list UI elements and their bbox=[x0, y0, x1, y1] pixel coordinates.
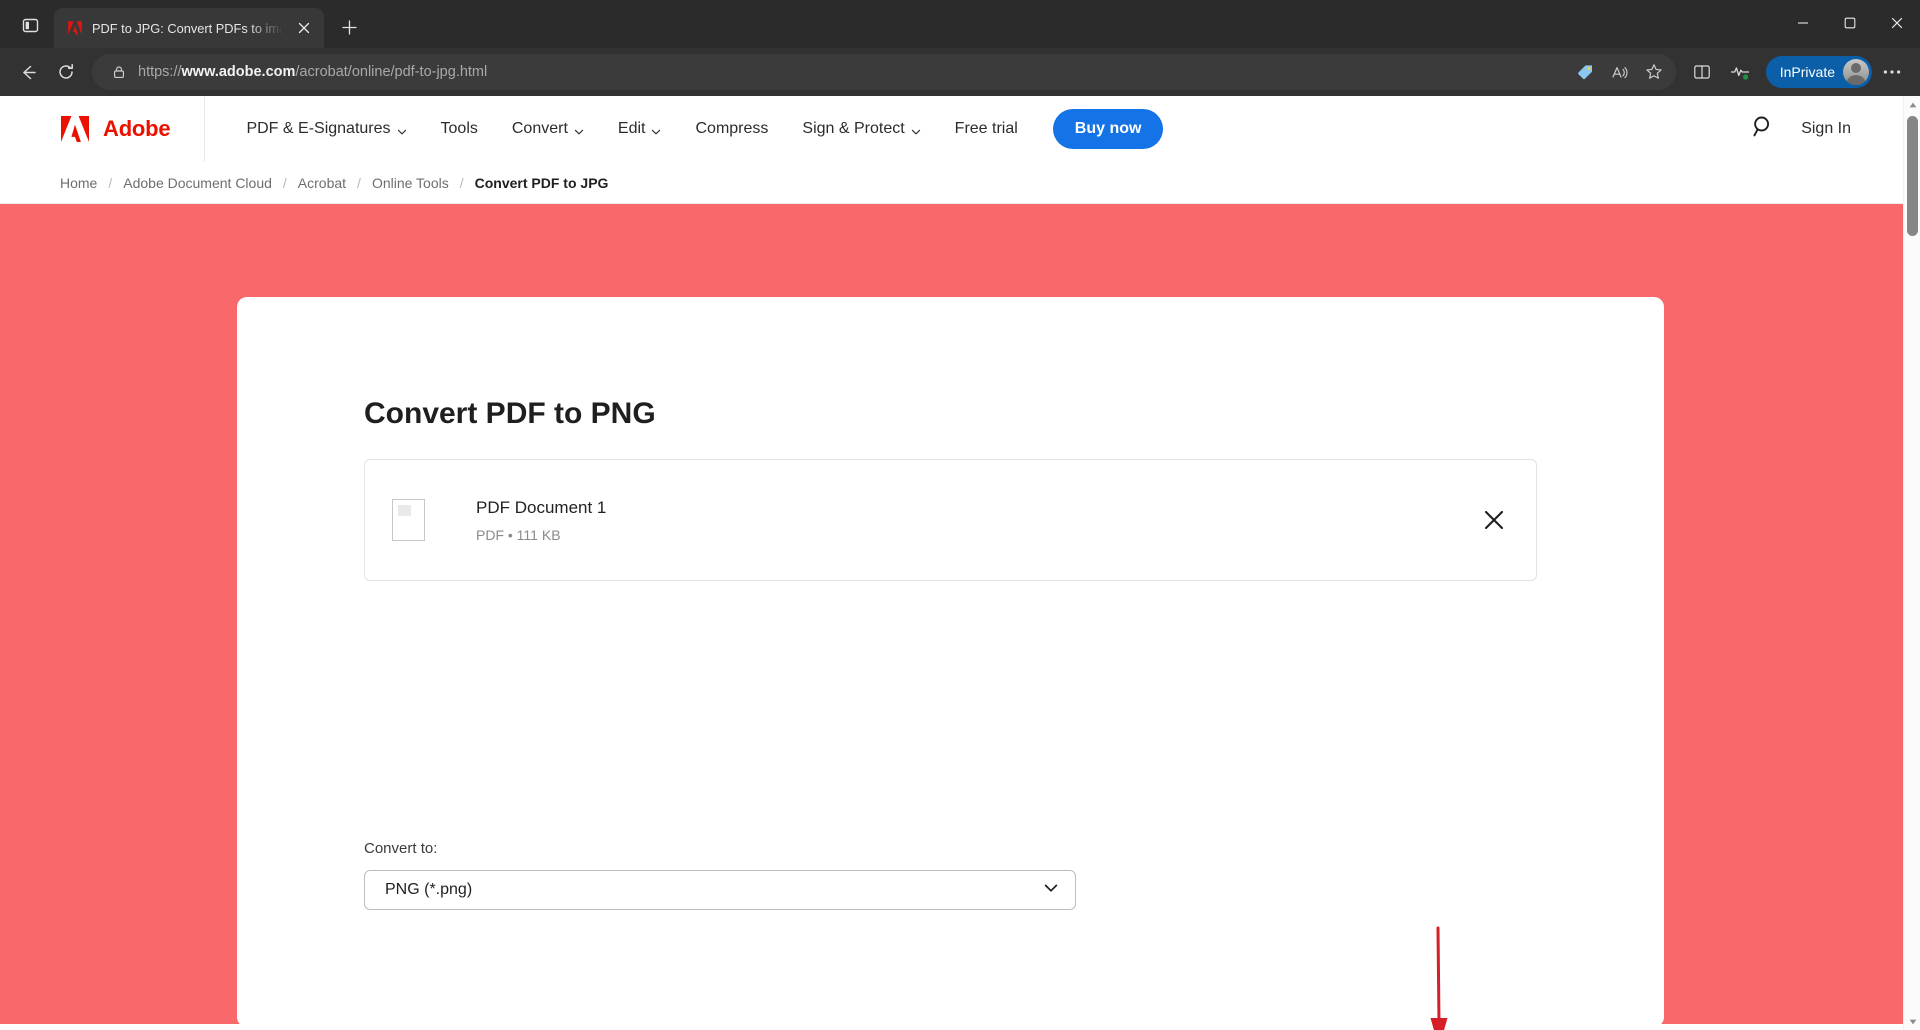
window-controls bbox=[1779, 0, 1920, 46]
address-bar-url: https://www.adobe.com/acrobat/online/pdf… bbox=[132, 64, 1570, 80]
format-select-wrapper: PNG (*.png) bbox=[364, 870, 1076, 910]
file-size: PDF • 111 KB bbox=[476, 526, 561, 543]
pdf-page-thumbnail-icon bbox=[392, 499, 425, 541]
tab-title: PDF to JPG: Convert PDFs to ima bbox=[92, 20, 283, 36]
file-meta: PDF Document 1 PDF • 111 KB bbox=[476, 498, 606, 543]
breadcrumb-separator: / bbox=[282, 174, 287, 191]
nav-item-edit[interactable]: Edit bbox=[601, 109, 679, 149]
address-bar-actions bbox=[1570, 56, 1670, 88]
new-tab-button[interactable] bbox=[332, 10, 366, 44]
site-navigation: PDF & E-Signatures Tools Convert Edit Co… bbox=[205, 109, 1164, 149]
inprivate-indicator[interactable]: InPrivate bbox=[1765, 56, 1872, 88]
nav-item-free-trial[interactable]: Free trial bbox=[938, 109, 1035, 149]
back-arrow-icon[interactable] bbox=[10, 54, 46, 90]
breadcrumb-item-acrobat[interactable]: Acrobat bbox=[298, 175, 346, 191]
profile-avatar[interactable] bbox=[1843, 59, 1869, 85]
adobe-favicon bbox=[66, 20, 83, 37]
file-name: PDF Document 1 bbox=[476, 497, 607, 517]
format-select[interactable]: PNG (*.png) bbox=[364, 870, 1076, 910]
star-icon[interactable] bbox=[1638, 56, 1670, 88]
chevron-down-icon bbox=[651, 124, 661, 135]
site-header: Adobe PDF & E-Signatures Tools Convert E… bbox=[0, 96, 1903, 162]
browser-window: PDF to JPG: Convert PDFs to ima https://… bbox=[0, 0, 1920, 1030]
page-title: Convert PDF to PNG bbox=[364, 397, 656, 430]
chevron-down-icon bbox=[1043, 880, 1059, 901]
nav-item-sign-protect[interactable]: Sign & Protect bbox=[785, 109, 937, 149]
nav-item-tools[interactable]: Tools bbox=[424, 109, 495, 149]
uploaded-file-row: PDF Document 1 PDF • 111 KB bbox=[364, 459, 1537, 581]
buy-now-button[interactable]: Buy now bbox=[1052, 109, 1164, 149]
shopping-tag-icon[interactable] bbox=[1570, 56, 1602, 88]
header-actions: Sign In bbox=[1752, 115, 1903, 143]
nav-item-pdf-e-signatures[interactable]: PDF & E-Signatures bbox=[229, 109, 423, 149]
scroll-thumb[interactable] bbox=[1907, 116, 1918, 236]
close-window-button[interactable] bbox=[1873, 0, 1920, 46]
breadcrumb-item-adobe-document-cloud[interactable]: Adobe Document Cloud bbox=[123, 175, 272, 191]
sign-in-link[interactable]: Sign In bbox=[1801, 120, 1851, 138]
browser-toolbar: https://www.adobe.com/acrobat/online/pdf… bbox=[0, 48, 1920, 96]
breadcrumb-item-home[interactable]: Home bbox=[60, 175, 97, 191]
hero-section: Convert PDF to PNG PDF Document 1 PDF • … bbox=[0, 204, 1903, 1030]
address-bar[interactable]: https://www.adobe.com/acrobat/online/pdf… bbox=[92, 54, 1676, 90]
nav-label: PDF & E-Signatures bbox=[246, 120, 391, 137]
chevron-down-icon bbox=[911, 124, 921, 135]
adobe-logo[interactable]: Adobe bbox=[60, 115, 204, 143]
browser-tab[interactable]: PDF to JPG: Convert PDFs to ima bbox=[54, 8, 324, 48]
search-icon[interactable] bbox=[1752, 115, 1775, 143]
format-select-value: PNG (*.png) bbox=[385, 881, 473, 898]
nav-item-compress[interactable]: Compress bbox=[678, 109, 785, 149]
convert-to-label: Convert to: bbox=[364, 840, 438, 857]
nav-label: Convert bbox=[511, 120, 568, 137]
chevron-down-icon bbox=[397, 124, 407, 135]
scroll-down-arrow[interactable] bbox=[1904, 1013, 1920, 1030]
scroll-up-arrow[interactable] bbox=[1904, 96, 1920, 113]
url-path: /acrobat/online/pdf-to-jpg.html bbox=[295, 64, 488, 80]
nav-label: Tools bbox=[440, 120, 478, 137]
breadcrumb: Home / Adobe Document Cloud / Acrobat / … bbox=[0, 162, 1903, 204]
nav-label: Free trial bbox=[954, 120, 1018, 137]
read-aloud-icon[interactable] bbox=[1604, 56, 1636, 88]
chevron-down-icon bbox=[574, 124, 584, 135]
breadcrumb-item-online-tools[interactable]: Online Tools bbox=[372, 175, 449, 191]
browser-essentials-icon[interactable] bbox=[1722, 54, 1758, 90]
minimize-button[interactable] bbox=[1779, 0, 1826, 46]
breadcrumb-separator: / bbox=[459, 174, 464, 191]
nav-item-convert[interactable]: Convert bbox=[495, 109, 601, 149]
url-prefix: https:// bbox=[138, 64, 182, 80]
breadcrumb-separator: / bbox=[357, 174, 361, 191]
adobe-logo-text: Adobe bbox=[103, 116, 171, 141]
adobe-logo-icon bbox=[60, 115, 90, 143]
tab-overview-icon[interactable] bbox=[10, 5, 50, 45]
convert-card: Convert PDF to PNG PDF Document 1 PDF • … bbox=[237, 297, 1664, 1027]
lock-icon bbox=[106, 59, 132, 85]
page-scrollbar[interactable] bbox=[1903, 96, 1920, 1030]
nav-label: Sign & Protect bbox=[802, 120, 905, 137]
web-page: Adobe PDF & E-Signatures Tools Convert E… bbox=[0, 96, 1903, 1030]
ellipsis-icon[interactable] bbox=[1874, 54, 1910, 90]
page-viewport: Adobe PDF & E-Signatures Tools Convert E… bbox=[0, 96, 1920, 1030]
tab-strip: PDF to JPG: Convert PDFs to ima bbox=[0, 0, 1920, 48]
inprivate-label: InPrivate bbox=[1779, 64, 1835, 80]
breadcrumb-separator: / bbox=[108, 174, 113, 191]
nav-label: Compress bbox=[695, 120, 769, 137]
url-domain: www.adobe.com bbox=[181, 64, 296, 80]
tab-close-icon[interactable] bbox=[292, 16, 316, 40]
maximize-button[interactable] bbox=[1826, 0, 1873, 46]
remove-file-button[interactable] bbox=[1476, 502, 1512, 538]
nav-label: Edit bbox=[617, 120, 646, 137]
split-screen-icon[interactable] bbox=[1684, 54, 1720, 90]
breadcrumb-current: Convert PDF to JPG bbox=[474, 174, 609, 191]
refresh-icon[interactable] bbox=[48, 54, 84, 90]
